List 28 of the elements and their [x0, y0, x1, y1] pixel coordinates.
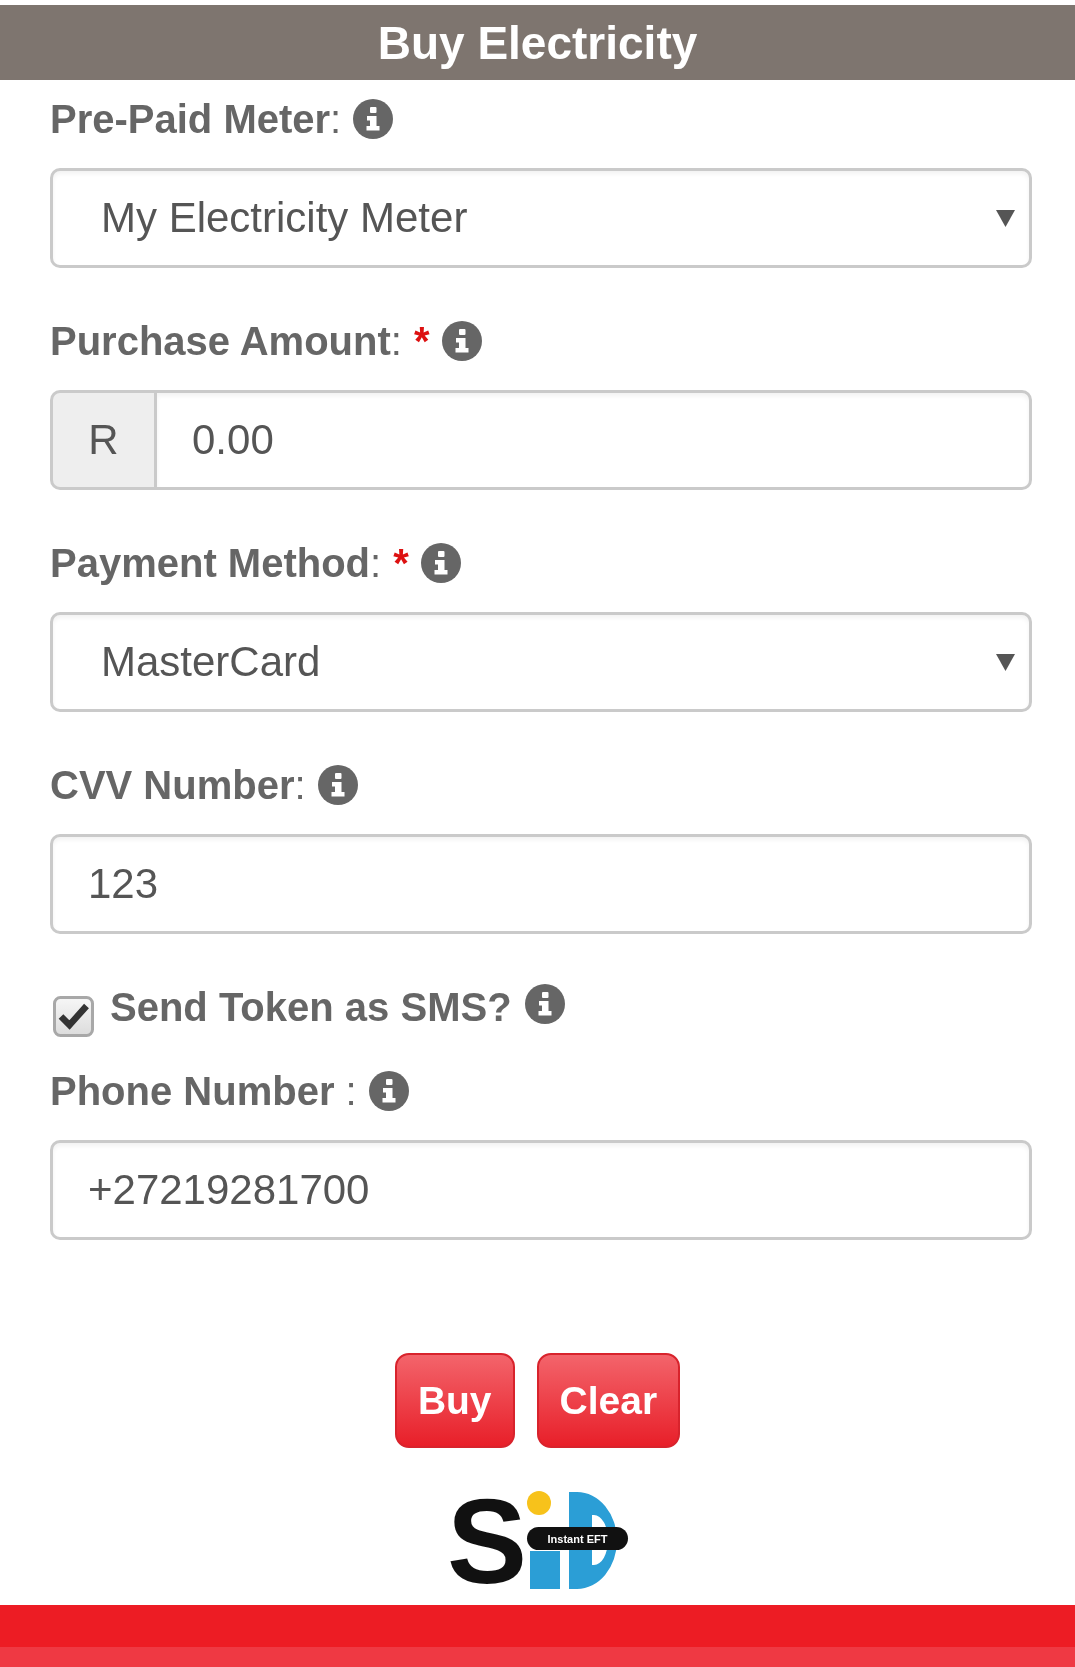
info-icon[interactable]: [353, 99, 394, 139]
field-label: Purchase Amount:: [50, 318, 402, 365]
field-label: Pre-Paid Meter:: [50, 96, 342, 143]
page-title: Buy Electricity: [377, 15, 698, 71]
info-icon[interactable]: [441, 321, 482, 361]
dropdown[interactable]: My Electricity Meter: [50, 168, 1032, 268]
logo-letter: S: [447, 1491, 527, 1591]
caret-icon: [996, 653, 1015, 671]
amount-input[interactable]: 0.00: [154, 390, 1032, 490]
checkbox-label: Send Token as SMS?: [110, 984, 512, 1031]
info-icon[interactable]: [524, 984, 565, 1024]
required-mark: *: [393, 540, 409, 587]
currency-addon: R: [50, 390, 154, 490]
caret-icon: [996, 209, 1015, 227]
required-mark: *: [413, 318, 430, 365]
dropdown[interactable]: MasterCard: [50, 612, 1032, 712]
logo-tagline: Instant EFT: [527, 1527, 628, 1550]
buy-button[interactable]: Buy: [394, 1353, 515, 1448]
info-icon[interactable]: [317, 765, 358, 805]
checkbox[interactable]: [53, 996, 94, 1037]
clear-button[interactable]: Clear: [536, 1353, 681, 1448]
info-icon[interactable]: [420, 543, 461, 583]
text-input[interactable]: +27219281700: [50, 1140, 1032, 1240]
text-input[interactable]: 123: [50, 834, 1032, 934]
info-icon[interactable]: [368, 1071, 409, 1111]
field-label: Payment Method:: [50, 540, 382, 587]
field-label: Phone Number :: [50, 1068, 357, 1115]
field-label: CVV Number:: [50, 762, 306, 809]
